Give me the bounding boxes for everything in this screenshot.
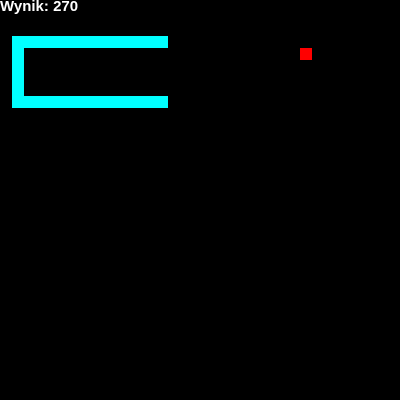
snake-segment	[96, 96, 108, 108]
snake-segment	[12, 72, 24, 84]
snake-segment	[12, 84, 24, 96]
snake-segment	[72, 96, 84, 108]
game-board[interactable]: Wynik: 270	[0, 0, 400, 400]
snake-segment	[12, 48, 24, 60]
food-apple	[300, 48, 312, 60]
score-display: Wynik: 270	[0, 0, 79, 15]
snake-segment	[144, 96, 156, 108]
snake-segment	[24, 36, 36, 48]
snake-segment	[156, 96, 168, 108]
snake-segment	[108, 36, 120, 48]
snake-segment	[72, 36, 84, 48]
snake-segment	[132, 96, 144, 108]
snake-segment	[12, 60, 24, 72]
snake-segment	[60, 96, 72, 108]
snake-segment	[84, 96, 96, 108]
snake-segment	[96, 36, 108, 48]
snake-segment	[60, 36, 72, 48]
snake-segment	[48, 36, 60, 48]
snake-segment	[144, 36, 156, 48]
snake-segment	[120, 36, 132, 48]
snake-segment	[36, 96, 48, 108]
snake-segment	[12, 96, 24, 108]
snake-segment	[12, 36, 24, 48]
snake-head	[156, 36, 168, 48]
snake-segment	[36, 36, 48, 48]
snake-segment	[132, 36, 144, 48]
snake-segment	[120, 96, 132, 108]
snake-segment	[24, 96, 36, 108]
snake-segment	[84, 36, 96, 48]
snake-segment	[108, 96, 120, 108]
snake-segment	[48, 96, 60, 108]
